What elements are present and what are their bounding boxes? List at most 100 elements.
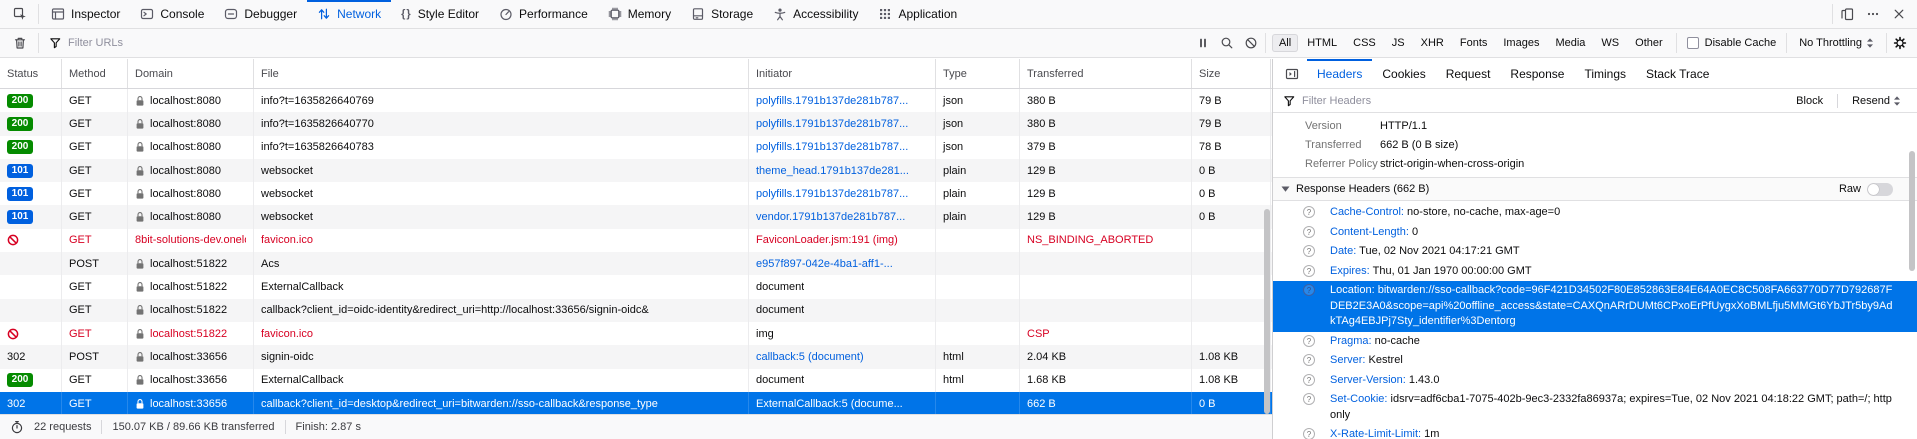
table-row[interactable]: GETlocalhost:51822callback?client_id=oid… [0, 299, 1272, 322]
type-filter-css[interactable]: CSS [1346, 34, 1383, 52]
type-filter-media[interactable]: Media [1548, 34, 1592, 52]
response-header-row[interactable]: ?Cache-Control: no-store, no-cache, max-… [1273, 203, 1917, 223]
toolbox-tab-network[interactable]: Network [307, 0, 391, 28]
stopwatch-icon[interactable] [10, 420, 24, 434]
help-icon[interactable]: ? [1303, 393, 1315, 405]
type-filter-images[interactable]: Images [1496, 34, 1546, 52]
disable-cache-toggle[interactable]: Disable Cache [1679, 37, 1785, 49]
clear-requests-trash-icon[interactable] [8, 31, 32, 55]
help-icon[interactable]: ? [1303, 226, 1315, 238]
detail-tab-response[interactable]: Response [1500, 59, 1574, 88]
column-header-size[interactable]: Size [1192, 59, 1271, 88]
initiator-text[interactable]: theme_head.1791b137de281... [756, 165, 909, 177]
table-row[interactable]: POSTlocalhost:51822Acse957f897-042e-4ba1… [0, 252, 1272, 275]
pause-icon[interactable] [1191, 31, 1215, 55]
help-icon[interactable]: ? [1303, 284, 1315, 296]
toolbox-tab-memory[interactable]: Memory [598, 0, 681, 28]
resend-button[interactable]: Resend [1844, 95, 1909, 107]
response-headers-section-header[interactable]: Response Headers (662 B) Raw [1273, 177, 1917, 201]
raw-toggle[interactable] [1867, 183, 1893, 196]
help-icon[interactable]: ? [1303, 245, 1315, 257]
meatball-menu-icon[interactable] [1861, 2, 1885, 26]
detail-pane-scrollbar[interactable] [1909, 151, 1915, 271]
help-icon[interactable]: ? [1303, 354, 1315, 366]
detail-tab-cookies[interactable]: Cookies [1372, 59, 1435, 88]
block-icon[interactable] [1239, 31, 1263, 55]
throttling-dropdown[interactable]: No Throttling [1789, 37, 1884, 49]
type-filter-fonts[interactable]: Fonts [1453, 34, 1495, 52]
type-filter-xhr[interactable]: XHR [1414, 34, 1451, 52]
toolbox-tab-inspector[interactable]: Inspector [41, 0, 130, 28]
toolbox-tab-application[interactable]: Application [868, 0, 967, 28]
detail-tab-request[interactable]: Request [1436, 59, 1501, 88]
disable-cache-checkbox[interactable] [1687, 37, 1699, 49]
table-row[interactable]: 101GETlocalhost:8080websocketvendor.1791… [0, 205, 1272, 228]
help-icon[interactable]: ? [1303, 265, 1315, 277]
table-row[interactable]: GET8bit-solutions-dev.onelogin....favico… [0, 229, 1272, 252]
help-icon[interactable]: ? [1303, 206, 1315, 218]
response-header-row[interactable]: ?Server: Kestrel [1273, 351, 1917, 371]
response-header-row[interactable]: ?Location: bitwarden://sso-callback?code… [1273, 281, 1917, 332]
pick-element-icon[interactable] [8, 2, 32, 26]
toolbox-tab-performance[interactable]: Performance [489, 0, 598, 28]
help-icon[interactable]: ? [1303, 374, 1315, 386]
response-header-row[interactable]: ?Set-Cookie: idsrv=adf6cba1-7075-402b-9e… [1273, 390, 1917, 425]
filter-headers-input[interactable] [1302, 95, 1782, 107]
table-row[interactable]: 200GETlocalhost:8080info?t=1635826640783… [0, 136, 1272, 159]
response-header-row[interactable]: ?Expires: Thu, 01 Jan 1970 00:00:00 GMT [1273, 262, 1917, 282]
toolbox-tab-accessibility[interactable]: Accessibility [763, 0, 868, 28]
column-header-status[interactable]: Status [0, 59, 62, 88]
initiator-text[interactable]: polyfills.1791b137de281b787... [756, 188, 908, 200]
table-row[interactable]: 200GETlocalhost:33656ExternalCallbackdoc… [0, 369, 1272, 392]
initiator-text[interactable]: polyfills.1791b137de281b787... [756, 95, 908, 107]
column-header-file[interactable]: File [254, 59, 749, 88]
type-filter-all[interactable]: All [1272, 34, 1298, 52]
initiator-text[interactable]: callback:5 (document) [756, 351, 864, 363]
help-icon[interactable]: ? [1303, 335, 1315, 347]
column-header-initiator[interactable]: Initiator [749, 59, 936, 88]
collapse-panel-icon[interactable] [1277, 59, 1307, 88]
close-icon[interactable] [1887, 2, 1911, 26]
block-url-button[interactable]: Block [1788, 95, 1831, 107]
toolbox-tab-style-editor[interactable]: {}Style Editor [391, 0, 489, 28]
table-row[interactable]: 101GETlocalhost:8080websocketpolyfills.1… [0, 182, 1272, 205]
filter-urls-input[interactable] [68, 37, 1191, 49]
column-header-method[interactable]: Method [62, 59, 128, 88]
toolbox-tab-debugger[interactable]: Debugger [214, 0, 307, 28]
gear-icon[interactable] [1893, 36, 1907, 50]
search-icon[interactable] [1215, 31, 1239, 55]
table-row[interactable]: GETlocalhost:51822ExternalCallbackdocume… [0, 275, 1272, 298]
initiator-text[interactable]: vendor.1791b137de281b787... [756, 211, 905, 223]
response-header-row[interactable]: ?X-Rate-Limit-Limit: 1m [1273, 425, 1917, 439]
help-icon[interactable]: ? [1303, 428, 1315, 439]
responsive-design-icon[interactable] [1835, 2, 1859, 26]
twisty-down-icon[interactable] [1281, 185, 1290, 193]
type-filter-other[interactable]: Other [1628, 34, 1670, 52]
request-list-scrollbar[interactable] [1264, 209, 1270, 414]
column-header-domain[interactable]: Domain [128, 59, 254, 88]
table-row[interactable]: 101GETlocalhost:8080websockettheme_head.… [0, 159, 1272, 182]
column-header-type[interactable]: Type [936, 59, 1020, 88]
table-row[interactable]: 302GETlocalhost:33656callback?client_id=… [0, 392, 1272, 414]
toolbox-tab-console[interactable]: Console [130, 0, 214, 28]
column-header-transferred[interactable]: Transferred [1020, 59, 1192, 88]
response-header-row[interactable]: ?Content-Length: 0 [1273, 223, 1917, 243]
initiator-text[interactable]: polyfills.1791b137de281b787... [756, 118, 908, 130]
detail-tab-timings[interactable]: Timings [1574, 59, 1636, 88]
table-row[interactable]: 302POSTlocalhost:33656signin-oidccallbac… [0, 345, 1272, 368]
initiator-text[interactable]: ExternalCallback:5 (docume... [756, 398, 903, 410]
table-row[interactable]: 200GETlocalhost:8080info?t=1635826640770… [0, 112, 1272, 135]
response-header-row[interactable]: ?Date: Tue, 02 Nov 2021 04:17:21 GMT [1273, 242, 1917, 262]
response-header-row[interactable]: ?Pragma: no-cache [1273, 332, 1917, 352]
detail-tab-stack-trace[interactable]: Stack Trace [1636, 59, 1719, 88]
toolbox-tab-storage[interactable]: Storage [681, 0, 763, 28]
type-filter-ws[interactable]: WS [1594, 34, 1626, 52]
table-row[interactable]: 200GETlocalhost:8080info?t=1635826640769… [0, 89, 1272, 112]
type-filter-html[interactable]: HTML [1300, 34, 1344, 52]
response-header-row[interactable]: ?Server-Version: 1.43.0 [1273, 371, 1917, 391]
type-filter-js[interactable]: JS [1385, 34, 1412, 52]
initiator-text[interactable]: polyfills.1791b137de281b787... [756, 141, 908, 153]
detail-tab-headers[interactable]: Headers [1307, 59, 1372, 88]
initiator-text[interactable]: e957f897-042e-4ba1-aff1-... [756, 258, 893, 270]
table-row[interactable]: GETlocalhost:51822favicon.icoimgCSP [0, 322, 1272, 345]
